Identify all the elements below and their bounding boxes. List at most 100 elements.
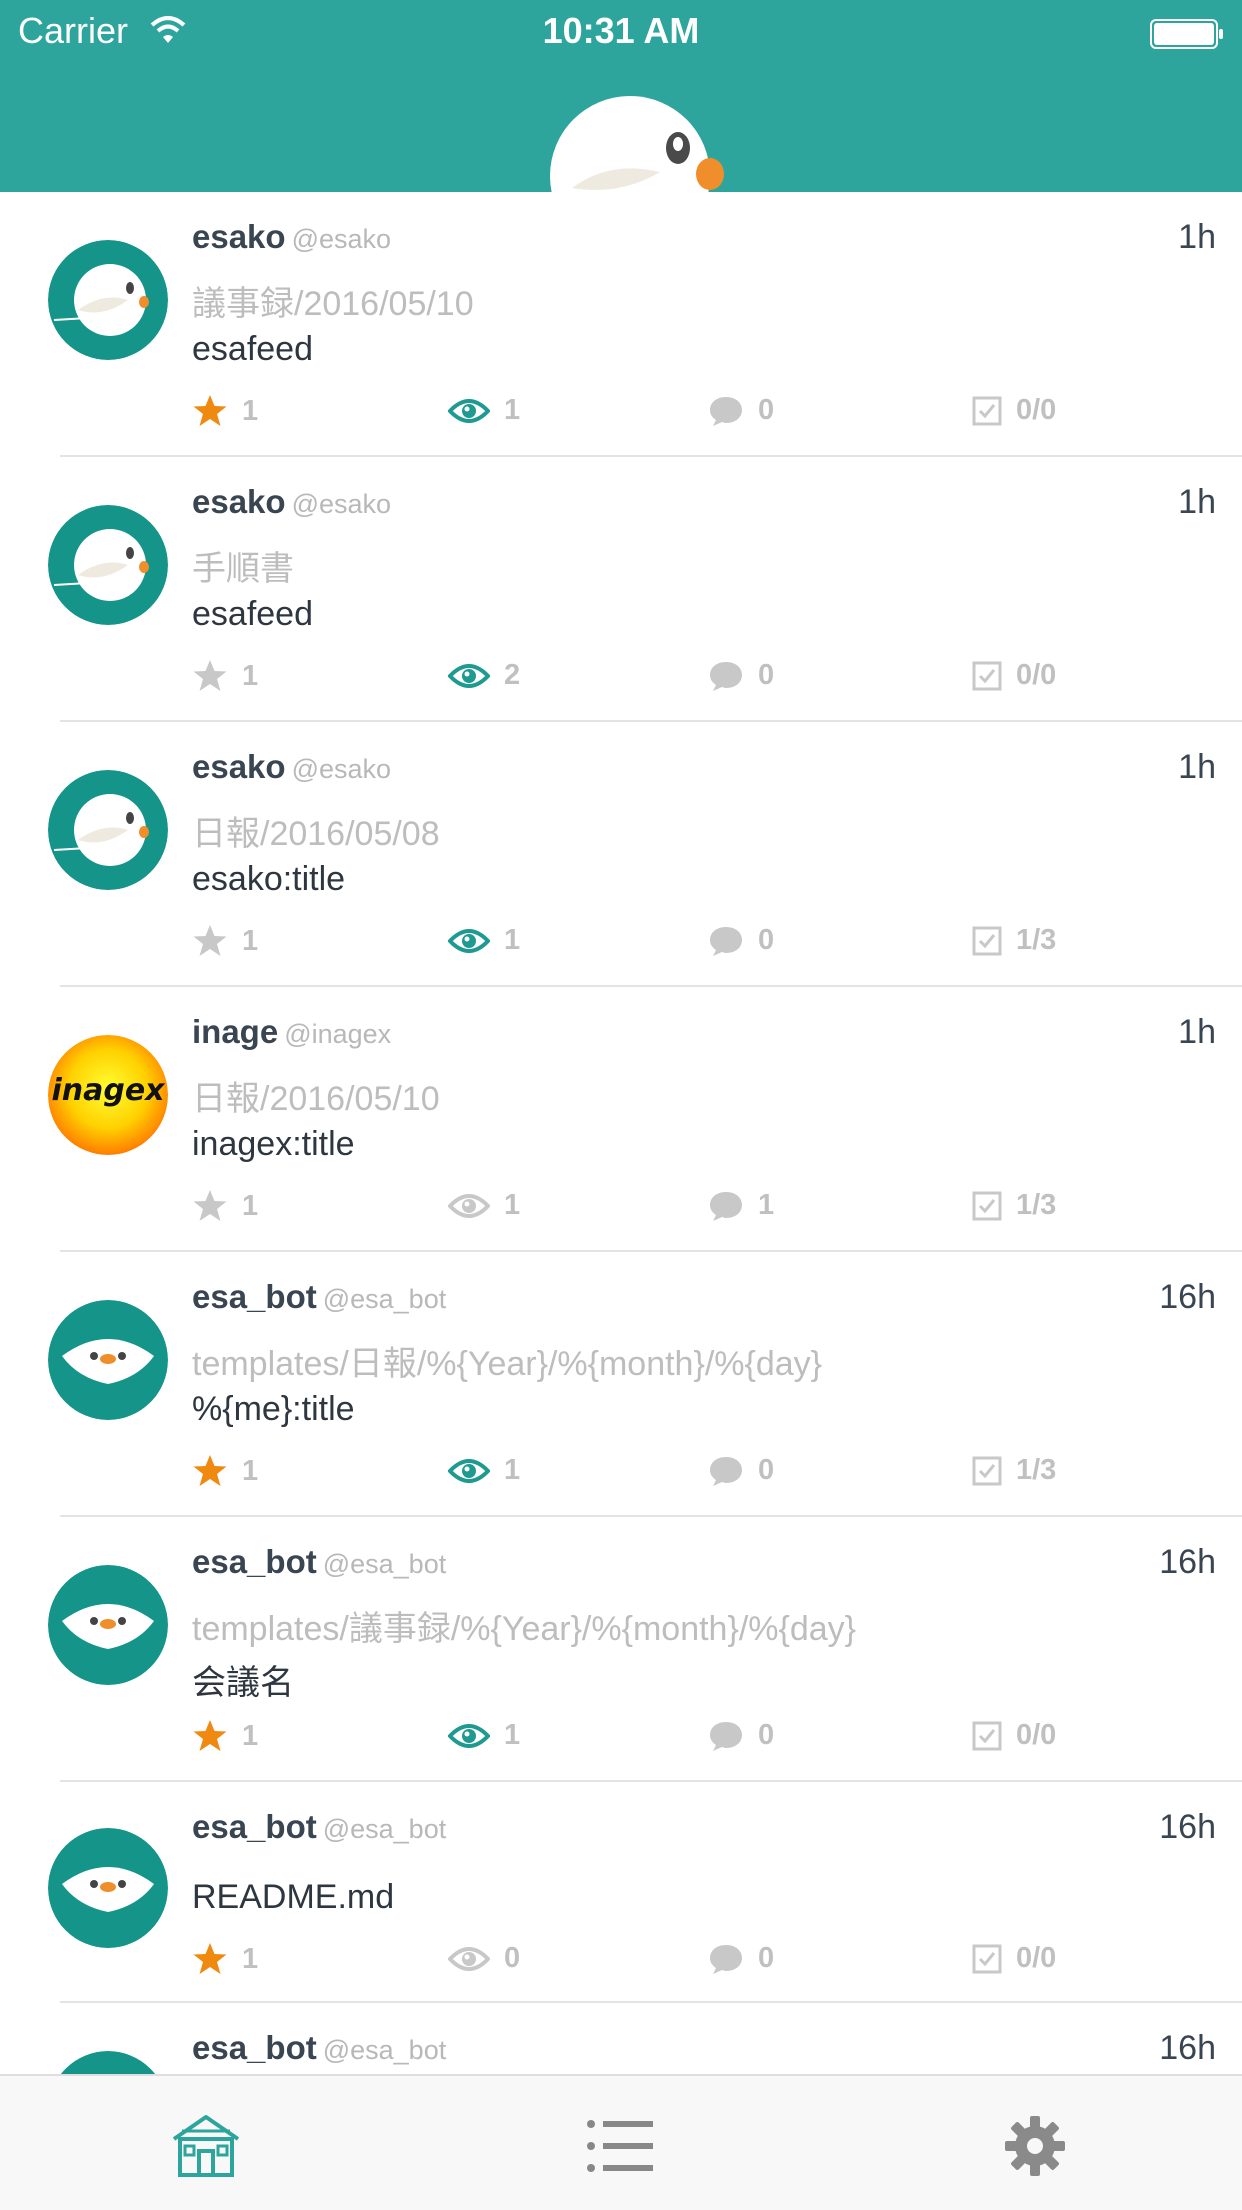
post-time: 16h <box>1159 2029 1216 2067</box>
avatar[interactable] <box>48 240 168 360</box>
avatar[interactable] <box>48 770 168 890</box>
post-title[interactable]: esako:title <box>192 860 345 899</box>
star-count[interactable]: 1 <box>192 1454 258 1488</box>
post-row[interactable]: esa_bot @esa_bot 16h templates/日報/%{Year}… <box>0 1252 1242 1517</box>
comment-count[interactable]: 0 <box>708 659 774 692</box>
star-count[interactable]: 1 <box>192 924 258 958</box>
avatar[interactable] <box>48 2051 168 2074</box>
post-title[interactable]: 会議名 <box>192 1655 294 1704</box>
post-stats: 1 1 0 1/3 <box>192 924 1092 968</box>
post-row[interactable]: esako @esako 1h 手順書 esafeed 1 2 0 0/0 <box>0 457 1242 722</box>
watcher-count[interactable]: 2 <box>448 659 520 692</box>
watcher-count[interactable]: 1 <box>448 924 520 957</box>
avatar-inagex[interactable]: inagex <box>48 1035 168 1155</box>
star-icon <box>193 395 227 426</box>
eye-icon <box>448 1946 490 1971</box>
eye-icon <box>448 663 490 688</box>
esa-mascot-logo[interactable] <box>550 96 730 192</box>
post-row[interactable]: inagex inage @inagex 1h 日報/2016/05/10 ina… <box>0 987 1242 1252</box>
post-category[interactable]: 議事録/2016/05/10 <box>192 276 474 325</box>
comment-count[interactable]: 0 <box>708 394 774 427</box>
author-name[interactable]: esa_bot @esa_bot <box>192 1808 446 1846</box>
author-name[interactable]: esa_bot @esa_bot <box>192 1543 446 1581</box>
comment-count[interactable]: 0 <box>708 1719 774 1752</box>
post-title[interactable]: esafeed <box>192 330 313 369</box>
author-name[interactable]: esa_bot @esa_bot <box>192 1278 446 1316</box>
post-category[interactable]: 日報/2016/05/10 <box>192 1071 440 1120</box>
battery-icon <box>1150 16 1224 58</box>
avatar[interactable] <box>48 1300 168 1420</box>
task-count: 0/0 <box>972 1942 1056 1975</box>
post-time: 16h <box>1159 1808 1216 1846</box>
post-category[interactable]: 日報/2016/05/08 <box>192 806 440 855</box>
watcher-count[interactable]: 1 <box>448 1454 520 1487</box>
post-row[interactable]: esako @esako 1h 日報/2016/05/08 esako:title… <box>0 722 1242 987</box>
post-category[interactable]: templates/日報/%{Year}/%{month}/%{day} <box>192 1336 822 1385</box>
gear-icon <box>1005 2116 1065 2176</box>
watcher-count[interactable]: 1 <box>448 1719 520 1752</box>
author-handle: @esako <box>291 754 392 784</box>
tab-list[interactable] <box>580 2106 660 2186</box>
comment-icon <box>710 661 742 691</box>
post-row[interactable]: esa_bot @esa_bot 16h templates/議事録/%{Year… <box>0 1517 1242 1782</box>
task-count: 1/3 <box>972 1189 1056 1222</box>
star-icon <box>193 1455 227 1486</box>
eye-icon <box>448 398 490 423</box>
watcher-count[interactable]: 1 <box>448 1189 520 1222</box>
post-time: 1h <box>1178 218 1216 256</box>
star-count[interactable]: 1 <box>192 394 258 428</box>
star-icon <box>193 1943 227 1974</box>
avatar[interactable] <box>48 1565 168 1685</box>
post-title[interactable]: inagex:title <box>192 1125 355 1164</box>
comment-icon <box>710 1944 742 1974</box>
post-time: 1h <box>1178 748 1216 786</box>
post-time: 16h <box>1159 1278 1216 1316</box>
post-row[interactable]: esako @esako 1h 議事録/2016/05/10 esafeed 1 … <box>0 192 1242 457</box>
author-name[interactable]: esa_bot @esa_bot <box>192 2029 446 2067</box>
watcher-count[interactable]: 0 <box>448 1942 520 1975</box>
post-stats: 1 1 1 1/3 <box>192 1189 1092 1233</box>
post-stats: 1 1 0 0/0 <box>192 1719 1092 1763</box>
author-name[interactable]: inage @inagex <box>192 1013 391 1051</box>
comment-count[interactable]: 0 <box>708 1942 774 1975</box>
post-row[interactable]: esa_bot @esa_bot 16h <box>0 2003 1242 2074</box>
post-title[interactable]: esafeed <box>192 595 313 634</box>
watcher-count[interactable]: 1 <box>448 394 520 427</box>
post-title[interactable]: README.md <box>192 1878 394 1917</box>
tab-home[interactable] <box>166 2106 246 2186</box>
checkbox-icon <box>972 1191 1002 1220</box>
post-stats: 1 0 0 0/0 <box>192 1942 1092 1986</box>
star-count[interactable]: 1 <box>192 1189 258 1223</box>
tab-settings[interactable] <box>995 2106 1075 2186</box>
avatar[interactable] <box>48 1828 168 1948</box>
task-count: 1/3 <box>972 1454 1056 1487</box>
star-icon <box>193 1720 227 1751</box>
avatar-text: inagex <box>51 1073 165 1108</box>
avatar[interactable] <box>48 505 168 625</box>
post-time: 16h <box>1159 1543 1216 1581</box>
post-stats: 1 1 0 1/3 <box>192 1454 1092 1498</box>
star-count[interactable]: 1 <box>192 1942 258 1976</box>
comment-count[interactable]: 0 <box>708 1454 774 1487</box>
author-name[interactable]: esako @esako <box>192 218 391 256</box>
app-header: Carrier 10:31 AM <box>0 0 1242 192</box>
post-title[interactable]: %{me}:title <box>192 1390 355 1429</box>
task-count: 0/0 <box>972 394 1056 427</box>
star-count[interactable]: 1 <box>192 1719 258 1753</box>
author-handle: @inagex <box>284 1019 392 1049</box>
post-category[interactable]: 手順書 <box>192 541 294 590</box>
author-name[interactable]: esako @esako <box>192 483 391 521</box>
comment-count[interactable]: 1 <box>708 1189 774 1222</box>
eye-icon <box>448 928 490 953</box>
author-handle: @esa_bot <box>322 2035 447 2065</box>
star-count[interactable]: 1 <box>192 659 258 693</box>
comment-count[interactable]: 0 <box>708 924 774 957</box>
author-handle: @esa_bot <box>322 1814 447 1844</box>
post-row[interactable]: esa_bot @esa_bot 16h README.md 1 0 0 0/0 <box>0 1782 1242 2003</box>
post-category[interactable]: templates/議事録/%{Year}/%{month}/%{day} <box>192 1601 856 1650</box>
checkbox-icon <box>972 926 1002 955</box>
checkbox-icon <box>972 1944 1002 1973</box>
author-handle: @esa_bot <box>322 1549 447 1579</box>
author-name[interactable]: esako @esako <box>192 748 391 786</box>
post-list[interactable]: esako @esako 1h 議事録/2016/05/10 esafeed 1 … <box>0 192 1242 2074</box>
